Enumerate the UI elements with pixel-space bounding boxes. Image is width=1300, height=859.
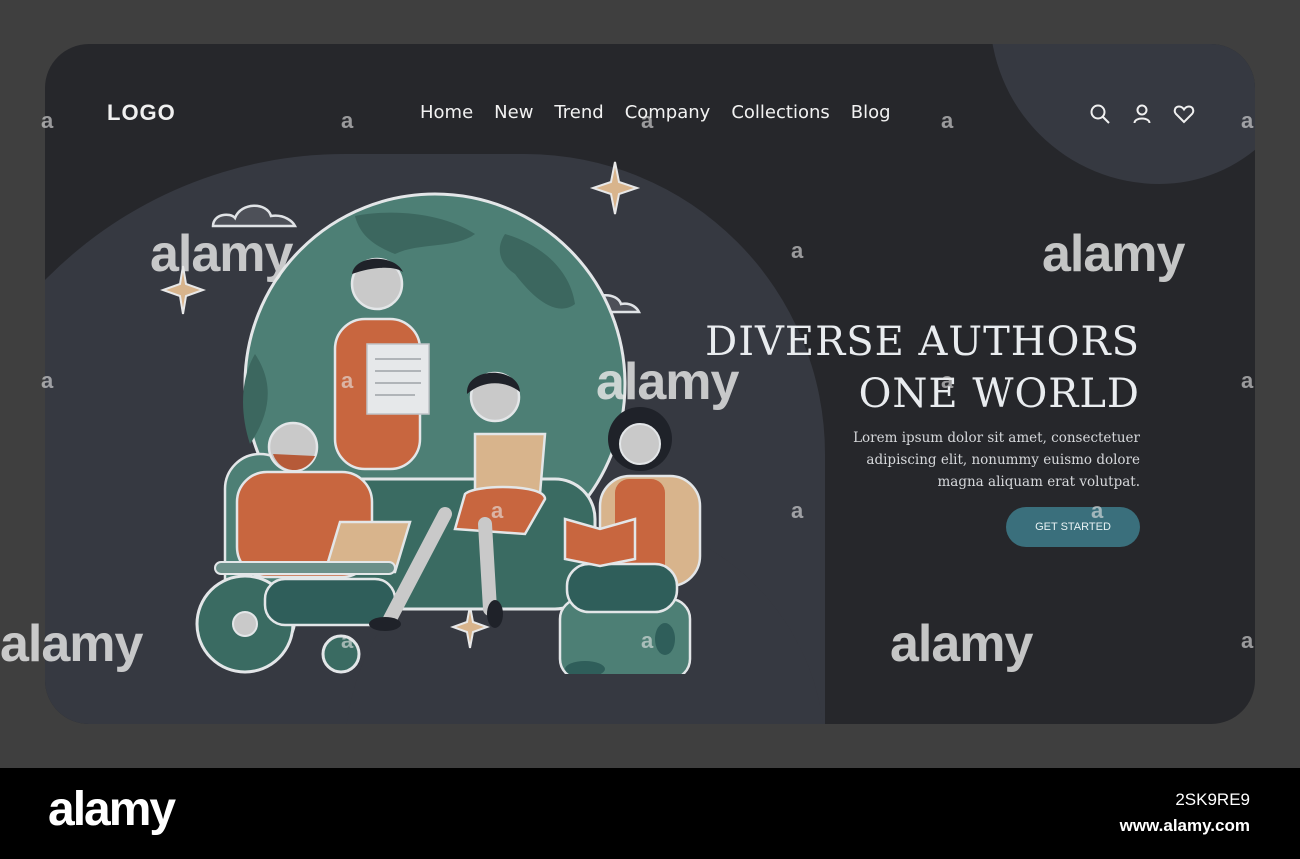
nav-company[interactable]: Company (625, 102, 711, 123)
watermark-footer: alamy 2SK9RE9 www.alamy.com (0, 768, 1300, 859)
heart-icon[interactable] (1172, 102, 1196, 126)
hero-description: Lorem ipsum dolor sit amet, consectetuer… (853, 430, 1140, 490)
main-nav: Home New Trend Company Collections Blog (420, 102, 891, 123)
search-icon[interactable] (1088, 102, 1112, 126)
alamy-url: www.alamy.com (1119, 816, 1250, 835)
hero-title: DIVERSE AUTHORS ONE WORLD (645, 316, 1140, 420)
nav-blog[interactable]: Blog (851, 102, 891, 123)
image-id: 2SK9RE9 (1175, 790, 1250, 809)
user-icon[interactable] (1130, 102, 1154, 126)
sparkle-icon (159, 265, 207, 315)
nav-new[interactable]: New (494, 102, 533, 123)
hero-title-line-2: ONE WORLD (858, 371, 1140, 417)
landing-card: LOGO Home New Trend Company Collections … (45, 44, 1255, 724)
sparkle-icon (589, 161, 641, 215)
nav-trend[interactable]: Trend (554, 102, 603, 123)
get-started-button[interactable]: GET STARTED (1006, 507, 1140, 547)
alamy-logo: alamy (48, 783, 176, 836)
logo[interactable]: LOGO (107, 100, 176, 126)
hero-title-line-1: DIVERSE AUTHORS (705, 319, 1140, 365)
hero-illustration (159, 161, 702, 674)
header-icons (1088, 102, 1196, 126)
cloud-icon (211, 204, 298, 228)
nav-collections[interactable]: Collections (731, 102, 829, 123)
nav-home[interactable]: Home (420, 102, 473, 123)
sparkle-icon (450, 605, 490, 649)
